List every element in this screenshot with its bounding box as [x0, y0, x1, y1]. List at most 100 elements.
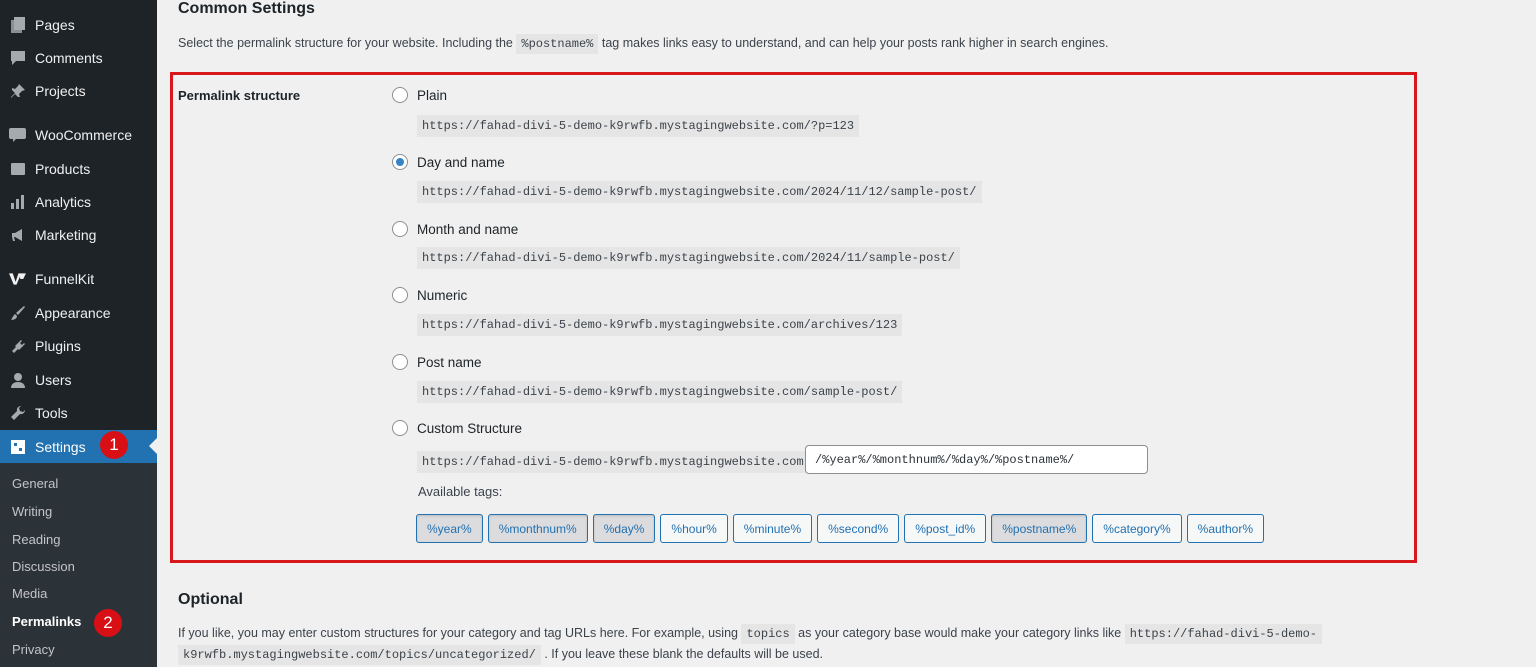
sidebar-item-tools[interactable]: Tools: [0, 396, 157, 429]
sidebar-item-users[interactable]: Users: [0, 363, 157, 396]
annotation-badge-1: 1: [100, 431, 128, 459]
example-url-code: https://fahad-divi-5-demo-: [1124, 624, 1322, 644]
sidebar-item-products[interactable]: Products: [0, 152, 157, 185]
settings-submenu: General Writing Reading Discussion Media…: [0, 463, 157, 667]
sidebar-item-projects[interactable]: Projects: [0, 74, 157, 107]
sidebar-item-marketing[interactable]: Marketing: [0, 218, 157, 251]
available-tags-label: Available tags:: [418, 484, 503, 499]
users-icon: [9, 371, 26, 388]
option-plain[interactable]: Plain: [392, 87, 447, 103]
plugin-icon: [9, 337, 26, 354]
url-custom-base: https://fahad-divi-5-demo-k9rwfb.mystagi…: [417, 451, 809, 473]
desc-text: tag makes links easy to understand, and …: [601, 36, 1109, 50]
radio-month-and-name[interactable]: [392, 221, 408, 237]
url-numeric: https://fahad-divi-5-demo-k9rwfb.mystagi…: [417, 314, 903, 336]
sidebar-item-appearance[interactable]: Appearance: [0, 296, 157, 329]
url-month-and-name: https://fahad-divi-5-demo-k9rwfb.mystagi…: [417, 247, 960, 269]
sidebar-item-label: Settings: [35, 438, 86, 455]
sidebar-item-label: FunnelKit: [35, 270, 95, 287]
tag-postname-button[interactable]: %postname%: [991, 514, 1088, 543]
option-day-and-name[interactable]: Day and name: [392, 154, 505, 170]
option-numeric[interactable]: Numeric: [392, 287, 467, 303]
desc-text: . If you leave these blank the defaults …: [544, 647, 823, 661]
option-month-and-name[interactable]: Month and name: [392, 221, 518, 237]
url-post-name: https://fahad-divi-5-demo-k9rwfb.mystagi…: [417, 381, 903, 403]
pin-icon: [9, 82, 26, 99]
tag-year-button[interactable]: %year%: [416, 514, 483, 543]
option-label: Month and name: [417, 221, 519, 237]
topics-code: topics: [741, 624, 795, 644]
comments-icon: [9, 49, 26, 66]
sidebar-item-label: Comments: [35, 49, 103, 66]
option-label: Post name: [417, 354, 482, 370]
radio-day-and-name[interactable]: [392, 154, 408, 170]
example-url-code: k9rwfb.mystagingwebsite.com/topics/uncat…: [178, 645, 541, 665]
desc-text: If you like, you may enter custom struct…: [178, 626, 738, 640]
sidebar-item-pages[interactable]: Pages: [0, 8, 157, 41]
radio-numeric[interactable]: [392, 287, 408, 303]
permalink-structure-label: Permalink structure: [178, 88, 301, 103]
common-settings-description: Select the permalink structure for your …: [178, 34, 1109, 54]
sidebar-item-label: Pages: [35, 16, 75, 33]
option-label: Day and name: [417, 154, 505, 170]
available-tags-list: %year% %monthnum% %day% %hour% %minute% …: [416, 514, 1265, 543]
custom-structure-input[interactable]: /%year%/%monthnum%/%day%/%postname%/: [805, 445, 1148, 474]
sidebar-item-woocommerce[interactable]: WooCommerce: [0, 118, 157, 151]
sidebar-item-plugins[interactable]: Plugins: [0, 329, 157, 362]
url-day-and-name: https://fahad-divi-5-demo-k9rwfb.mystagi…: [417, 181, 982, 203]
submenu-general[interactable]: General: [12, 476, 58, 491]
common-settings-heading: Common Settings: [178, 0, 315, 17]
main-content: Common Settings Select the permalink str…: [157, 0, 1536, 667]
sidebar-item-label: WooCommerce: [35, 126, 132, 143]
optional-description-line2: k9rwfb.mystagingwebsite.com/topics/uncat…: [178, 645, 823, 665]
sidebar-item-comments[interactable]: Comments: [0, 41, 157, 74]
radio-custom-structure[interactable]: [392, 420, 408, 436]
woocommerce-icon: [9, 126, 26, 143]
option-label: Numeric: [417, 287, 468, 303]
annotation-badge-2: 2: [94, 609, 122, 637]
optional-heading: Optional: [178, 591, 243, 608]
sidebar-item-label: Marketing: [35, 226, 97, 243]
radio-plain[interactable]: [392, 87, 408, 103]
optional-description-line1: If you like, you may enter custom struct…: [178, 624, 1322, 644]
url-plain: https://fahad-divi-5-demo-k9rwfb.mystagi…: [417, 115, 860, 137]
option-label: Custom Structure: [417, 420, 523, 436]
option-custom-structure[interactable]: Custom Structure: [392, 420, 522, 436]
sidebar-item-label: Projects: [35, 82, 86, 99]
submenu-privacy[interactable]: Privacy: [12, 642, 55, 657]
option-label: Plain: [417, 87, 448, 103]
settings-icon: [9, 438, 26, 455]
brush-icon: [9, 304, 26, 321]
submenu-discussion[interactable]: Discussion: [12, 559, 75, 574]
sidebar-item-funnelkit[interactable]: FunnelKit: [0, 262, 157, 295]
tag-minute-button[interactable]: %minute%: [732, 514, 813, 543]
sidebar-item-label: Plugins: [35, 337, 81, 354]
radio-post-name[interactable]: [392, 354, 408, 370]
tag-category-button[interactable]: %category%: [1092, 514, 1182, 543]
option-post-name[interactable]: Post name: [392, 354, 482, 370]
postname-code: %postname%: [516, 34, 599, 54]
sidebar-item-label: Analytics: [35, 193, 92, 210]
tag-second-button[interactable]: %second%: [817, 514, 900, 543]
submenu-media[interactable]: Media: [12, 586, 47, 601]
tag-author-button[interactable]: %author%: [1186, 514, 1265, 543]
analytics-icon: [9, 193, 26, 210]
funnelkit-icon: [9, 270, 26, 287]
sidebar-item-label: Products: [35, 160, 91, 177]
wrench-icon: [9, 404, 26, 421]
tag-day-button[interactable]: %day%: [592, 514, 656, 543]
sidebar-item-label: Tools: [35, 404, 68, 421]
sidebar-item-label: Users: [35, 371, 72, 388]
submenu-permalinks[interactable]: Permalinks: [12, 614, 81, 629]
submenu-reading[interactable]: Reading: [12, 532, 60, 547]
admin-sidebar: Pages Comments Projects WooCommerce Prod…: [0, 0, 157, 667]
active-indicator-arrow: [149, 438, 157, 454]
sidebar-item-label: Appearance: [35, 304, 111, 321]
sidebar-item-analytics[interactable]: Analytics: [0, 185, 157, 218]
megaphone-icon: [9, 226, 26, 243]
submenu-writing[interactable]: Writing: [12, 504, 52, 519]
tag-hour-button[interactable]: %hour%: [660, 514, 728, 543]
tag-monthnum-button[interactable]: %monthnum%: [487, 514, 588, 543]
tag-post-id-button[interactable]: %post_id%: [904, 514, 987, 543]
sidebar-item-settings[interactable]: Settings: [0, 430, 157, 463]
